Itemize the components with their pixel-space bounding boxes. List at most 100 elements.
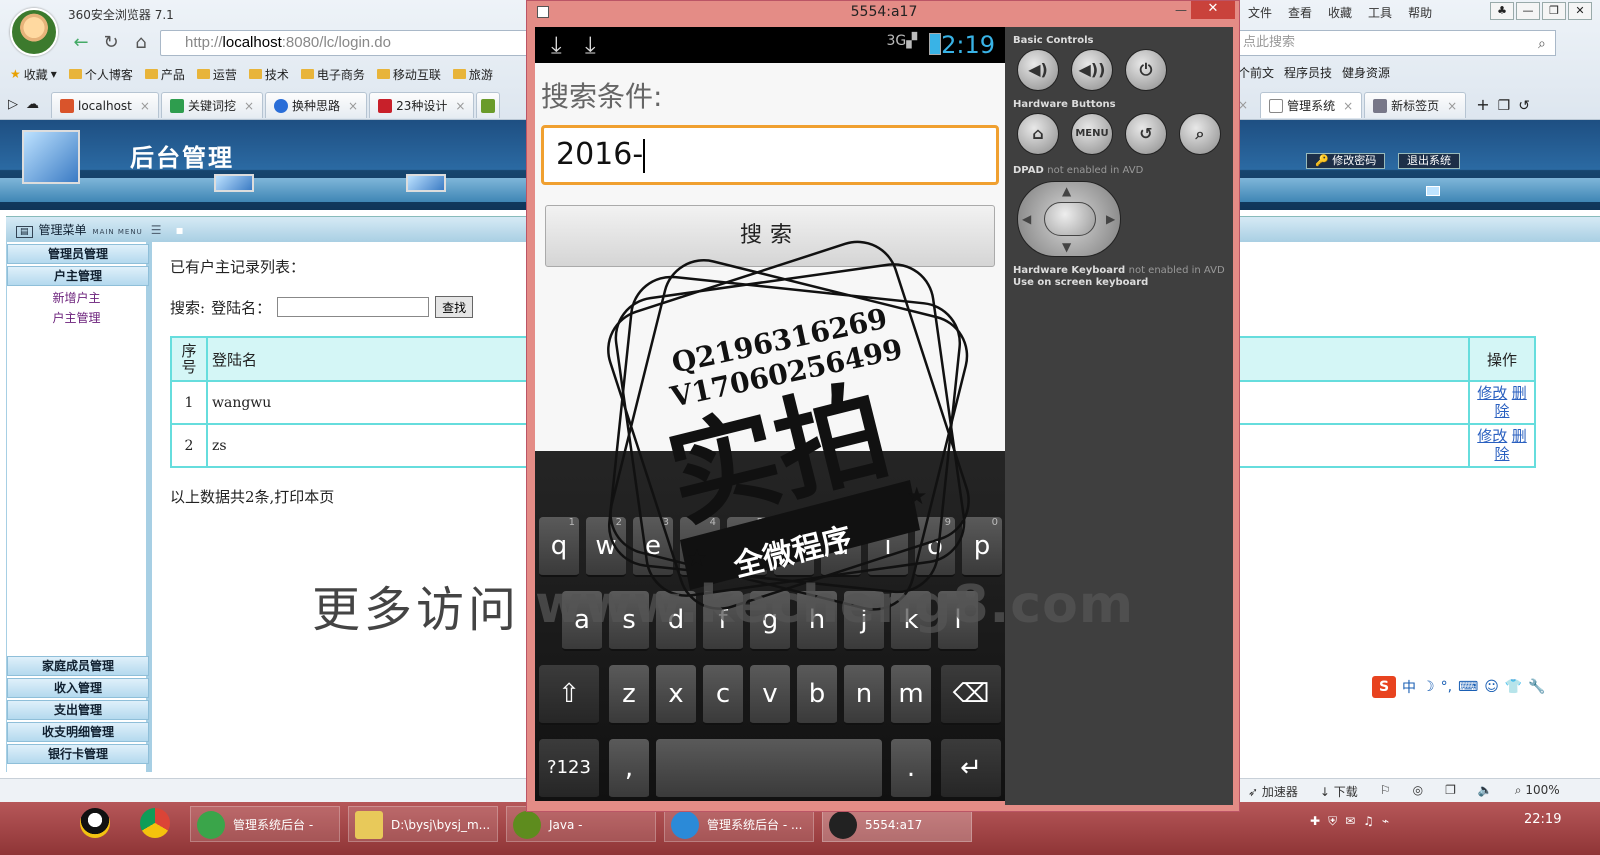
- restore-tabs-icon[interactable]: ❐: [1498, 98, 1511, 114]
- back-button[interactable]: ↺: [1125, 113, 1167, 155]
- sidebar-item-household[interactable]: 户主管理: [7, 266, 149, 286]
- zoom-level[interactable]: ⌕ 100%: [1515, 783, 1560, 800]
- close-icon[interactable]: ×: [1343, 99, 1353, 113]
- menu-file[interactable]: 文件: [1248, 4, 1272, 21]
- qq-icon[interactable]: [80, 808, 110, 838]
- tray-icon[interactable]: ✚: [1310, 814, 1320, 829]
- tray-icon[interactable]: ✉: [1345, 814, 1355, 829]
- tab-idea[interactable]: 换种思路 ×: [265, 92, 368, 118]
- flag-icon[interactable]: ⚐: [1380, 783, 1391, 800]
- key-x[interactable]: x: [656, 665, 696, 725]
- login-name-input[interactable]: [277, 297, 430, 317]
- edit-link[interactable]: 修改: [1477, 384, 1507, 402]
- maximize-button[interactable]: ❐: [1542, 2, 1566, 20]
- key-p[interactable]: 0p: [962, 517, 1002, 577]
- bookmark-folder[interactable]: 移动互联: [376, 64, 441, 84]
- cloud-icon[interactable]: ☁: [26, 97, 39, 112]
- menu-favorites[interactable]: 收藏: [1328, 4, 1352, 21]
- menu-button[interactable]: MENU: [1071, 113, 1113, 155]
- sidebar-item-expense[interactable]: 支出管理: [7, 700, 149, 720]
- key-u[interactable]: 7u: [821, 517, 861, 577]
- shirt-icon[interactable]: 👕: [1505, 679, 1522, 695]
- window-icon[interactable]: ❐: [1445, 783, 1456, 800]
- wrench-icon[interactable]: 🔧: [1528, 679, 1545, 695]
- user-icon[interactable]: ☺: [1484, 679, 1499, 695]
- address-bar[interactable]: http://localhost:8080/lc/login.do: [160, 30, 540, 56]
- key-i[interactable]: 8i: [868, 517, 908, 577]
- close-button[interactable]: ✕: [1568, 2, 1592, 20]
- sidebar-item-details[interactable]: 收支明细管理: [7, 722, 149, 742]
- period-key[interactable]: .: [891, 739, 931, 799]
- find-button[interactable]: 查找: [435, 296, 474, 318]
- tray-icon[interactable]: ♫: [1363, 814, 1374, 829]
- key-t[interactable]: 5t: [727, 517, 767, 577]
- backspace-key[interactable]: ⌫: [941, 665, 1001, 725]
- tab-design[interactable]: 23种设计 ×: [369, 92, 475, 118]
- search-icon[interactable]: ⌕: [1538, 36, 1546, 52]
- undo-icon[interactable]: ↺: [1518, 98, 1530, 114]
- enter-key[interactable]: ↵: [941, 739, 1001, 799]
- search-button-hw[interactable]: ⌕: [1179, 113, 1221, 155]
- key-r[interactable]: 4r: [680, 517, 720, 577]
- tab-admin-system[interactable]: 管理系统 ×: [1260, 92, 1363, 118]
- volume-down-button[interactable]: ◀): [1017, 49, 1059, 91]
- refresh-icon[interactable]: ↻: [98, 30, 124, 56]
- sidebar-item-income[interactable]: 收入管理: [7, 678, 149, 698]
- comma-key[interactable]: ,: [609, 739, 649, 799]
- close-icon[interactable]: ×: [140, 99, 150, 113]
- bookmark-folder[interactable]: 产品: [144, 64, 185, 84]
- taskbar-item-admin[interactable]: 管理系统后台 - 3...: [190, 806, 340, 855]
- key-v[interactable]: v: [750, 665, 790, 725]
- sidebar-item-bank-card[interactable]: 银行卡管理: [7, 744, 149, 764]
- key-w[interactable]: 2w: [586, 517, 626, 577]
- volume-icon[interactable]: 🔈: [1478, 783, 1493, 800]
- back-icon[interactable]: ←: [68, 30, 94, 56]
- new-tab-icon[interactable]: +: [1476, 95, 1489, 114]
- bookmark-item[interactable]: 程序员技: [1284, 64, 1332, 81]
- key-e[interactable]: 3e: [633, 517, 673, 577]
- tab-keyword[interactable]: 关键词挖 ×: [160, 92, 264, 118]
- key-c[interactable]: c: [703, 665, 743, 725]
- keyboard-icon[interactable]: ⌨: [1458, 679, 1478, 695]
- sidebar-toggle-icon[interactable]: ▷: [8, 97, 18, 112]
- browser-search-input[interactable]: 点此搜索: [1238, 30, 1556, 56]
- space-key[interactable]: [656, 739, 882, 799]
- shift-key[interactable]: ⇧: [539, 665, 599, 725]
- sidebar-sub-manage-household[interactable]: 户主管理: [7, 308, 146, 328]
- accelerator-button[interactable]: ➶ 加速器: [1248, 783, 1298, 800]
- key-o[interactable]: 9o: [915, 517, 955, 577]
- bookmark-item[interactable]: 个前文: [1238, 64, 1274, 81]
- moon-icon[interactable]: ☽: [1422, 679, 1435, 695]
- power-button[interactable]: ⏻: [1125, 49, 1167, 91]
- close-icon[interactable]: ×: [455, 99, 465, 113]
- bookmark-folder[interactable]: 旅游: [452, 64, 493, 84]
- ime-chinese-icon[interactable]: 中: [1402, 677, 1416, 697]
- volume-up-button[interactable]: ◀)): [1071, 49, 1113, 91]
- tray-icon[interactable]: ⛨: [1328, 814, 1337, 829]
- key-m[interactable]: m: [891, 665, 931, 725]
- sidebar-sub-add-household[interactable]: 新增户主: [7, 288, 146, 308]
- punctuation-icon[interactable]: °,: [1441, 679, 1452, 695]
- search-condition-input[interactable]: 2016-: [541, 125, 999, 185]
- symbols-key[interactable]: ?123: [539, 739, 599, 799]
- home-icon[interactable]: ⌂: [128, 30, 154, 56]
- home-button[interactable]: ⌂: [1017, 113, 1059, 155]
- tab-new[interactable]: 新标签页 ×: [1364, 92, 1467, 118]
- bookmark-folder[interactable]: 个人博客: [68, 64, 133, 84]
- bookmark-folder[interactable]: 运营: [196, 64, 237, 84]
- edit-link[interactable]: 修改: [1477, 427, 1507, 445]
- chrome-icon[interactable]: [140, 808, 170, 838]
- menu-view[interactable]: 查看: [1288, 4, 1312, 21]
- close-button[interactable]: ✕: [1191, 1, 1235, 19]
- tab-localhost[interactable]: localhost ×: [51, 92, 159, 118]
- minimize-button[interactable]: —: [1516, 2, 1540, 20]
- menu-help[interactable]: 帮助: [1408, 4, 1432, 21]
- key-z[interactable]: z: [609, 665, 649, 725]
- bookmark-folder[interactable]: 电子商务: [300, 64, 365, 84]
- minimize-button[interactable]: —: [1175, 3, 1187, 17]
- logout-button[interactable]: 退出系统: [1398, 153, 1460, 169]
- bookmark-item[interactable]: 健身资源: [1342, 64, 1390, 81]
- tray-icon[interactable]: ⌁: [1382, 814, 1389, 829]
- close-icon[interactable]: ×: [348, 99, 358, 113]
- download-button[interactable]: ↓ 下载: [1320, 783, 1358, 800]
